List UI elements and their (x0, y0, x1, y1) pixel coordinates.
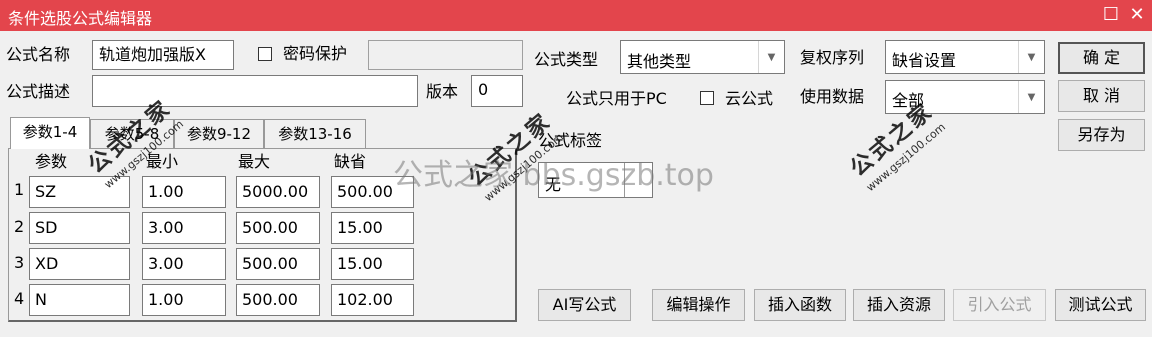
param-max-field[interactable]: 500.00 (236, 212, 320, 244)
password-protect-checkbox[interactable] (258, 47, 272, 61)
cloud-formula-label: 云公式 (725, 89, 774, 108)
insert-function-button[interactable]: 插入函数 (754, 289, 846, 321)
test-formula-button[interactable]: 测试公式 (1055, 289, 1146, 321)
save-as-button[interactable]: 另存为 (1058, 119, 1145, 151)
formula-type-select[interactable]: 其他类型 ▼ (620, 40, 785, 74)
tab-params-9-12[interactable]: 参数9-12 (174, 119, 264, 149)
version-label: 版本 (426, 82, 459, 101)
param-max-field[interactable]: 500.00 (236, 284, 320, 316)
chevron-down-icon[interactable]: ▼ (758, 41, 784, 73)
chevron-down-icon[interactable]: ▼ (1018, 41, 1044, 73)
edit-ops-button[interactable]: 编辑操作 (652, 289, 745, 321)
formula-type-label: 公式类型 (534, 50, 599, 69)
param-default-header: 缺省 (334, 152, 367, 171)
chevron-down-icon[interactable]: ▼ (1018, 81, 1044, 113)
param-name-field[interactable]: XD (29, 248, 130, 280)
insert-resource-button[interactable]: 插入资源 (853, 289, 945, 321)
param-min-field[interactable]: 1.00 (142, 176, 226, 208)
param-min-field[interactable]: 3.00 (142, 212, 226, 244)
formula-desc-label: 公式描述 (6, 82, 71, 101)
param-row-index: 3 (14, 253, 25, 272)
param-min-field[interactable]: 1.00 (142, 284, 226, 316)
param-row-index: 1 (14, 180, 25, 199)
password-input[interactable] (368, 40, 523, 70)
cloud-formula-checkbox[interactable] (700, 91, 714, 105)
param-name-header: 参数 (35, 152, 68, 171)
param-min-field[interactable]: 3.00 (142, 248, 226, 280)
close-icon[interactable]: ✕ (1126, 4, 1148, 26)
ok-button[interactable]: 确 定 (1058, 42, 1145, 74)
param-max-field[interactable]: 5000.00 (236, 176, 320, 208)
password-protect-label: 密码保护 (283, 44, 348, 63)
param-row-index: 2 (14, 217, 25, 236)
version-input[interactable]: 0 (471, 75, 523, 107)
param-default-field[interactable]: 15.00 (331, 212, 414, 244)
restore-icon[interactable]: ☐ (1100, 4, 1122, 26)
title-bar: 条件选股公式编辑器 ☐ ✕ (0, 0, 1152, 31)
tab-params-13-16[interactable]: 参数13-16 (264, 119, 366, 149)
use-data-label: 使用数据 (800, 87, 865, 106)
cancel-button[interactable]: 取 消 (1058, 80, 1145, 112)
param-row-index: 4 (14, 289, 25, 308)
tab-params-1-4[interactable]: 参数1-4 (10, 117, 90, 149)
ai-write-button[interactable]: AI写公式 (538, 289, 631, 321)
param-name-field[interactable]: N (29, 284, 130, 316)
watermark-site: 公式之家 bbs.gszb.top (393, 158, 714, 193)
param-name-field[interactable]: SD (29, 212, 130, 244)
param-default-field[interactable]: 102.00 (331, 284, 414, 316)
restore-series-select[interactable]: 缺省设置 ▼ (885, 40, 1045, 74)
param-max-header: 最大 (238, 152, 271, 171)
formula-type-value: 其他类型 (627, 52, 692, 71)
restore-series-value: 缺省设置 (892, 51, 957, 70)
param-max-field[interactable]: 500.00 (236, 248, 320, 280)
restore-series-label: 复权序列 (800, 48, 865, 67)
window-title: 条件选股公式编辑器 (8, 9, 153, 28)
formula-name-input[interactable]: 轨道炮加强版X (92, 40, 234, 70)
formula-name-label: 公式名称 (6, 45, 71, 64)
param-default-field[interactable]: 15.00 (331, 248, 414, 280)
pc-only-label: 公式只用于PC (566, 89, 667, 108)
import-formula-button[interactable]: 引入公式 (953, 289, 1046, 321)
